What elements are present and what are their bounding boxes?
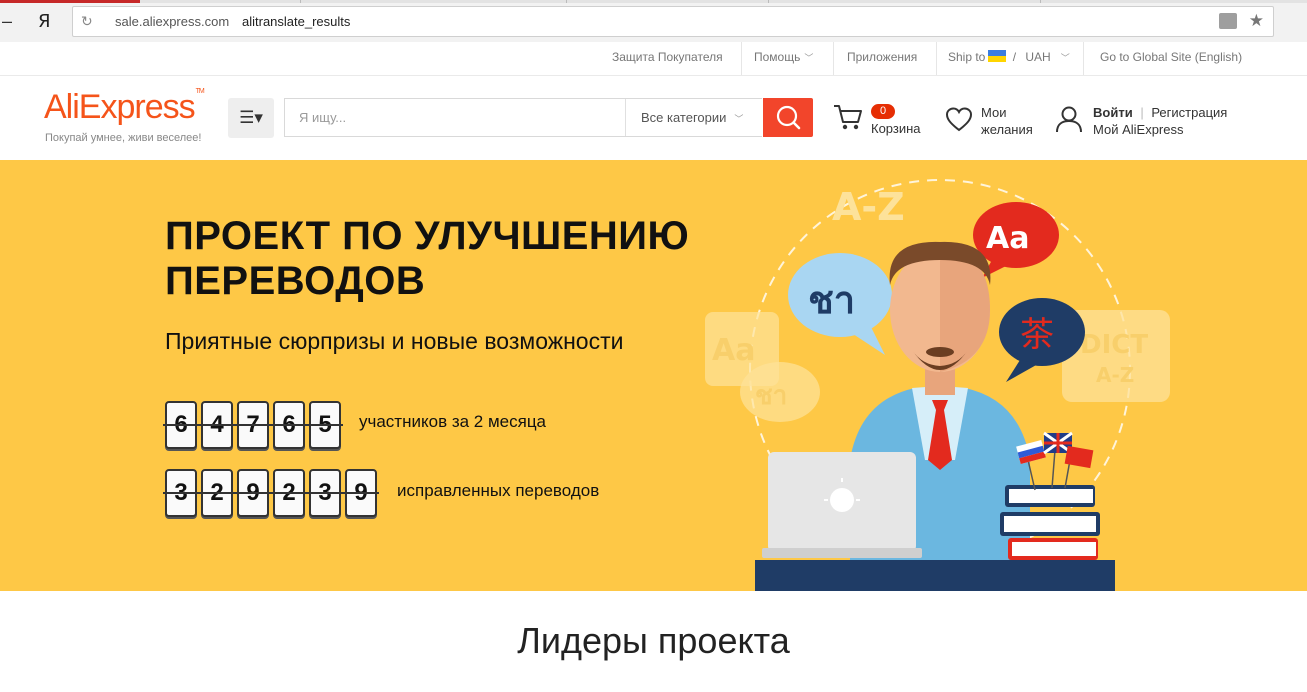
buyer-protection-link[interactable]: Защита Покупателя: [612, 50, 723, 64]
currency-label: UAH: [1025, 50, 1051, 64]
translator-illustration: A-Z Aa ชา DICT A-Z ชา Aa 茶: [705, 179, 1170, 591]
search-input[interactable]: [285, 99, 625, 136]
category-select-value: Все категории: [641, 110, 727, 125]
translations-digit: 2: [199, 469, 235, 517]
tab-separator: [300, 0, 301, 3]
participants-label: участников за 2 месяца: [359, 412, 547, 431]
divider: [1083, 42, 1084, 75]
site-header: AliExpressTM Покупай умнее, живи веселее…: [0, 76, 1307, 160]
divider: [833, 42, 834, 75]
participants-digit: 4: [199, 401, 235, 449]
categories-menu-button[interactable]: ☰▾: [228, 98, 274, 138]
search-icon: [776, 105, 801, 130]
cart-icon[interactable]: [832, 102, 864, 132]
hamburger-icon: ☰▾: [239, 108, 263, 127]
url-path: alitranslate_results: [242, 14, 351, 29]
tab-separator: [1040, 0, 1041, 3]
help-menu[interactable]: Помощь ﹀: [754, 50, 813, 64]
illustration-az2-text: A-Z: [1096, 363, 1134, 387]
slogan: Покупай умнее, живи веселее!: [45, 132, 202, 144]
illustration-thai-text: ชา: [808, 278, 855, 322]
url-domain: sale.aliexpress.com: [115, 14, 230, 29]
tab-separator: [768, 0, 769, 3]
leaders-section-title: Лидеры проекта: [517, 620, 790, 661]
divider: [741, 42, 742, 75]
tab-separator: [566, 0, 567, 3]
account-links: Войти | Регистрация Мой AliExpress: [1093, 104, 1227, 138]
banner-subtitle: Приятные сюрпризы и новые возможности: [165, 328, 624, 354]
illustration-thai-faint-text: ชา: [755, 381, 787, 411]
apps-link[interactable]: Приложения: [847, 50, 917, 64]
banner-title-line1: ПРОЕКТ ПО УЛУЧШЕНИЮ: [165, 214, 690, 258]
yandex-logo[interactable]: Я: [38, 11, 51, 32]
translations-digit: 9: [235, 469, 271, 517]
search-button[interactable]: [763, 98, 813, 137]
participants-digit: 7: [235, 401, 271, 449]
category-select[interactable]: Все категории ﹀: [625, 99, 763, 136]
participants-digit: 6: [163, 401, 199, 449]
cart-count-badge: 0: [871, 104, 895, 119]
address-bar[interactable]: ↻ sale.aliexpress.com alitranslate_resul…: [72, 6, 1274, 37]
translations-digit: 3: [307, 469, 343, 517]
translation-project-banner: ПРОЕКТ ПО УЛУЧШЕНИЮ ПЕРЕВОДОВ Приятные с…: [0, 160, 1307, 591]
banner-title-line2: ПЕРЕВОДОВ: [165, 259, 426, 303]
translations-digit: 9: [343, 469, 379, 517]
search-box: Все категории ﹀: [284, 98, 762, 137]
participants-counter: 64765: [163, 401, 343, 449]
active-tab-indicator[interactable]: [0, 0, 140, 3]
translations-digit: 2: [271, 469, 307, 517]
ship-to-menu[interactable]: Ship to / UAH ﹀: [948, 50, 1070, 64]
cart-label[interactable]: Корзина: [871, 120, 921, 137]
chevron-down-icon: ﹀: [804, 53, 814, 63]
participants-digit: 6: [271, 401, 307, 449]
illustration-aa-text: Aa: [986, 221, 1029, 256]
my-aliexpress-link[interactable]: Мой AliExpress: [1093, 122, 1184, 137]
aliexpress-logo[interactable]: AliExpressTM: [44, 88, 205, 127]
participants-digit: 5: [307, 401, 343, 449]
translations-label: исправленных переводов: [397, 481, 600, 500]
extension-icon[interactable]: [1219, 13, 1237, 29]
trademark-icon: TM: [195, 88, 205, 95]
chevron-down-icon: ﹀: [1060, 53, 1070, 63]
wishlist-line1: Мои: [981, 105, 1007, 120]
illustration-dict-text: DICT: [1080, 330, 1148, 360]
top-links-bar: Защита Покупателя Помощь ﹀ Приложения Shi…: [0, 42, 1307, 76]
user-icon[interactable]: [1054, 104, 1084, 134]
reload-icon[interactable]: ↻: [81, 13, 93, 30]
ukraine-flag-icon: [988, 50, 1007, 62]
ship-to-label: Ship to: [948, 50, 986, 64]
wishlist-link[interactable]: Мои желания: [981, 104, 1033, 138]
minimize-icon[interactable]: –: [2, 11, 12, 32]
illustration-aa-faint-text: Aa: [712, 333, 755, 368]
chevron-down-icon: ﹀: [734, 114, 744, 124]
login-link[interactable]: Войти: [1093, 105, 1133, 120]
browser-toolbar: – Я ↻ sale.aliexpress.com alitranslate_r…: [0, 0, 1307, 43]
wishlist-line2: желания: [981, 122, 1033, 137]
separator: |: [1140, 105, 1144, 120]
register-link[interactable]: Регистрация: [1151, 105, 1227, 120]
heart-icon[interactable]: [945, 106, 973, 132]
illustration-az-text: A-Z: [832, 185, 905, 229]
illustration-chinese-text: 茶: [1020, 315, 1054, 355]
tab-strip: [0, 0, 1307, 3]
help-label: Помощь: [754, 50, 801, 64]
banner-title: ПРОЕКТ ПО УЛУЧШЕНИЮ ПЕРЕВОДОВ: [165, 214, 689, 304]
logo-text: AliExpress: [44, 88, 196, 126]
bookmark-star-icon[interactable]: ★: [1249, 11, 1264, 31]
translations-digit: 3: [163, 469, 199, 517]
divider: [936, 42, 937, 75]
global-site-link[interactable]: Go to Global Site (English): [1100, 50, 1242, 64]
translations-counter: 329239: [163, 469, 379, 517]
